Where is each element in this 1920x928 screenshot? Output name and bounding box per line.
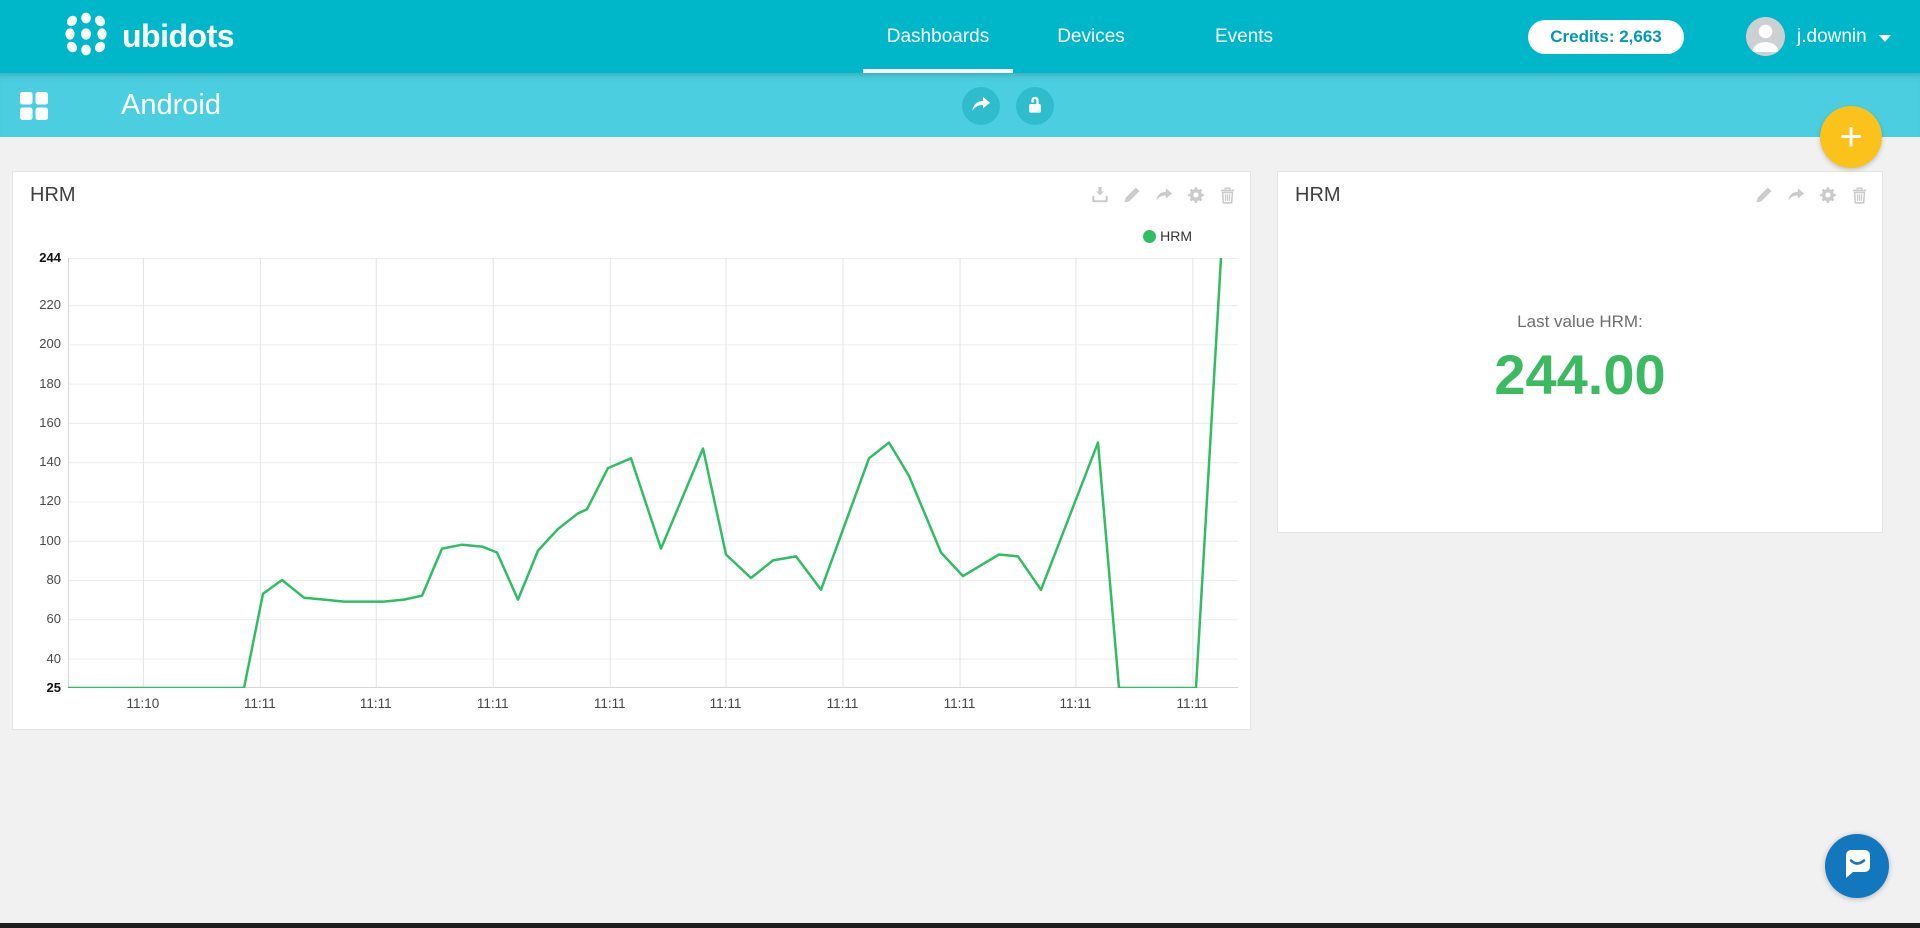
x-axis-tick-label: 11:11 xyxy=(360,696,392,711)
x-axis-tick-label: 11:11 xyxy=(710,696,742,711)
chevron-down-icon xyxy=(1879,35,1891,42)
y-axis-tick-label: 25 xyxy=(15,679,61,697)
y-axis-tick-label: 180 xyxy=(15,375,61,393)
avatar xyxy=(1746,17,1785,56)
share-dashboard-button[interactable] xyxy=(962,87,1000,125)
trash-icon xyxy=(1219,186,1237,204)
x-axis-tick-label: 11:11 xyxy=(594,696,626,711)
logo-text: ubidots xyxy=(122,18,234,55)
pencil-icon xyxy=(1123,186,1141,204)
x-axis-tick-label: 11:11 xyxy=(477,696,509,711)
window-bottom-edge xyxy=(0,923,1920,928)
dashboard-title: Android xyxy=(121,73,221,137)
last-value-display: Last value HRM: 244.00 xyxy=(1278,172,1882,532)
settings-button[interactable] xyxy=(1187,186,1205,204)
legend-dot xyxy=(1143,230,1156,243)
legend-item-hrm[interactable]: HRM xyxy=(1143,228,1192,244)
ubidots-logo[interactable]: ubidots xyxy=(62,0,234,73)
last-value-label: Last value HRM: xyxy=(1517,312,1643,332)
dashboards-grid-button[interactable] xyxy=(20,92,48,120)
download-button[interactable] xyxy=(1091,186,1109,204)
nav-tab-devices[interactable]: Devices xyxy=(1041,0,1141,73)
x-axis-tick-label: 11:11 xyxy=(944,696,976,711)
value-widget-card: HRM xyxy=(1277,171,1883,533)
y-axis-tick-label: 244 xyxy=(15,249,61,267)
y-axis-tick-label: 220 xyxy=(15,296,61,314)
hrm-series-line xyxy=(68,258,1221,688)
last-value-number: 244.00 xyxy=(1494,342,1665,407)
line-chart-plot-area[interactable] xyxy=(68,258,1238,688)
chat-launcher-button[interactable] xyxy=(1825,834,1889,898)
nav-tab-dashboards[interactable]: Dashboards xyxy=(863,0,1013,73)
add-widget-button[interactable]: + xyxy=(1820,106,1882,168)
gear-icon xyxy=(1187,186,1205,204)
ubidots-dots-icon xyxy=(62,10,110,63)
top-navbar: ubidots Dashboards Devices Events Credit… xyxy=(0,0,1920,73)
x-axis-tick-label: 11:11 xyxy=(1059,696,1091,711)
dashboard-subheader: Android xyxy=(0,73,1920,137)
chart-widget-title: HRM xyxy=(30,184,76,207)
y-axis-tick-label: 120 xyxy=(15,492,61,510)
y-axis-tick-label: 200 xyxy=(15,335,61,353)
chat-bubble-icon xyxy=(1839,847,1875,886)
credits-badge[interactable]: Credits: 2,663 xyxy=(1528,20,1684,54)
share-arrow-icon xyxy=(971,96,991,116)
username: j.downin xyxy=(1797,26,1867,48)
y-axis-tick-label: 140 xyxy=(15,453,61,471)
grid-icon xyxy=(20,108,48,123)
share-arrow-icon xyxy=(1155,187,1173,203)
x-axis-tick-label: 11:10 xyxy=(126,696,159,711)
nav-tab-events[interactable]: Events xyxy=(1198,0,1290,73)
lock-dashboard-button[interactable] xyxy=(1016,87,1054,125)
edit-button[interactable] xyxy=(1123,186,1141,204)
x-axis-tick-label: 11:11 xyxy=(244,696,276,711)
y-axis-tick-label: 100 xyxy=(15,532,61,550)
y-axis-tick-label: 40 xyxy=(15,650,61,668)
x-axis-tick-label: 11:11 xyxy=(1176,696,1208,711)
share-button[interactable] xyxy=(1155,186,1173,204)
download-icon xyxy=(1091,186,1109,204)
unlock-icon xyxy=(1026,95,1044,117)
user-menu[interactable]: j.downin xyxy=(1746,0,1891,73)
delete-button[interactable] xyxy=(1219,186,1237,204)
x-axis-tick-label: 11:11 xyxy=(827,696,859,711)
chart-widget-actions xyxy=(1091,186,1237,204)
chart-widget-card: HRM xyxy=(12,171,1251,730)
y-axis-tick-label: 80 xyxy=(15,571,61,589)
y-axis-tick-label: 60 xyxy=(15,610,61,628)
legend-label: HRM xyxy=(1160,228,1192,244)
y-axis-tick-label: 160 xyxy=(15,414,61,432)
